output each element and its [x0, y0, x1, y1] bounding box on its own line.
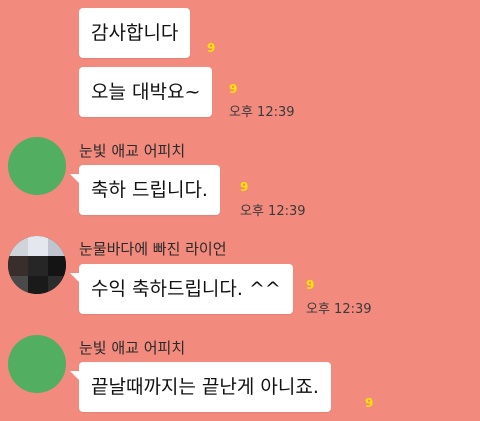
message-bubble[interactable]: 오늘 대박요~: [79, 67, 213, 117]
message-timestamp: 오후 12:39: [306, 302, 372, 317]
unread-count: 9: [207, 41, 216, 55]
message-bubble[interactable]: 끝날때까지는 끝난게 아니죠.: [70, 362, 331, 412]
message-bubble[interactable]: 축하 드립니다.: [70, 165, 220, 215]
message-bubble[interactable]: 수익 축하드립니다. ^^: [70, 264, 293, 314]
message-bubble[interactable]: 감사합니다: [79, 8, 191, 58]
avatar[interactable]: [8, 335, 66, 393]
unread-count: 9: [229, 82, 238, 96]
message-timestamp: 오후 12:39: [229, 105, 295, 120]
sender-name: 눈빛 애교 어피치: [79, 339, 186, 357]
message-timestamp: 오후 12:39: [240, 204, 306, 219]
sender-name: 눈빛 애교 어피치: [79, 142, 186, 160]
unread-count: 9: [240, 180, 249, 194]
unread-count: 9: [306, 278, 315, 292]
sender-name: 눈물바다에 빠진 라이언: [79, 240, 227, 258]
unread-count: 9: [365, 396, 374, 410]
avatar[interactable]: [8, 137, 66, 195]
avatar[interactable]: [8, 236, 66, 294]
